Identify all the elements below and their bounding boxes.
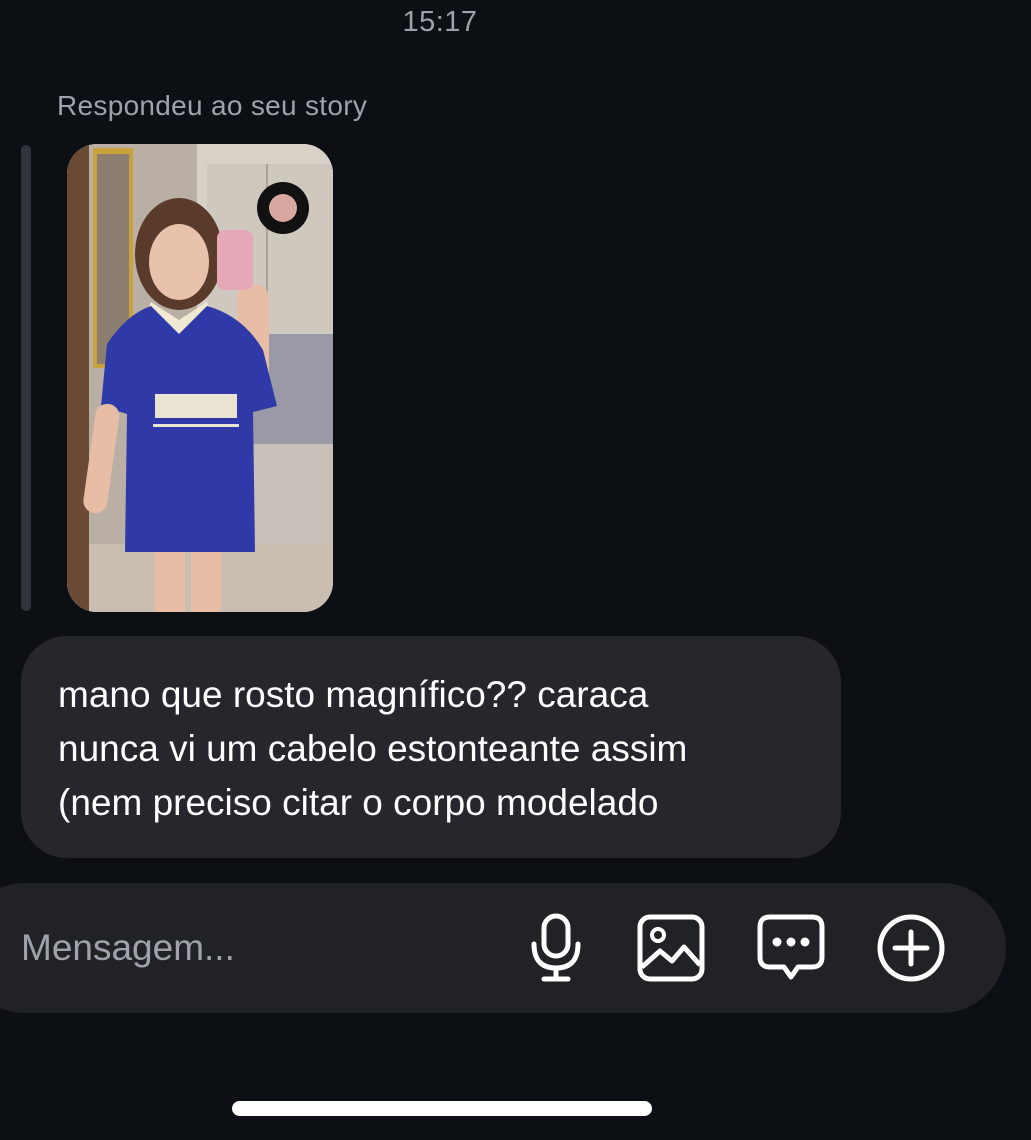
microphone-icon[interactable] bbox=[520, 912, 592, 984]
reply-context-label: Respondeu ao seu story bbox=[57, 90, 368, 121]
message-line-1: mano que rosto magnífico?? caraca bbox=[58, 674, 649, 715]
message-timestamp: 15:17 bbox=[402, 6, 478, 38]
chat-screen: 15:17 Respondeu ao seu story mano que ro… bbox=[0, 0, 1031, 1140]
home-indicator[interactable] bbox=[232, 1101, 652, 1116]
story-thumbnail[interactable] bbox=[67, 144, 333, 612]
message-line-3: (nem preciso citar o corpo modelado bbox=[58, 782, 659, 823]
reply-indicator-bar bbox=[21, 145, 31, 611]
message-line-2: nunca vi um cabelo estonteante assim bbox=[58, 728, 688, 769]
message-input[interactable] bbox=[21, 921, 501, 975]
plus-circle-icon[interactable] bbox=[875, 912, 947, 984]
story-photo bbox=[67, 144, 333, 612]
gallery-icon[interactable] bbox=[635, 912, 707, 984]
message-bubble[interactable]: mano que rosto magnífico?? caraca nunca … bbox=[21, 636, 841, 858]
sticker-chat-icon[interactable] bbox=[755, 912, 827, 984]
